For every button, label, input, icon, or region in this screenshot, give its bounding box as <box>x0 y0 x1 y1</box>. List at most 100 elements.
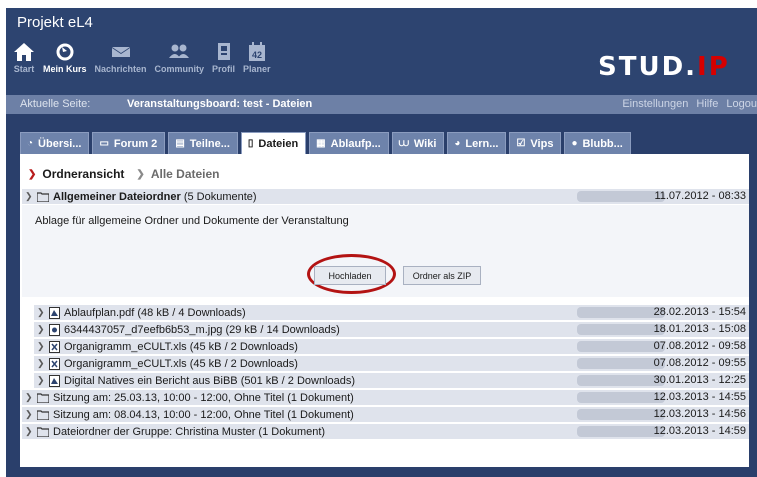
chevron-right-icon[interactable]: ❯ <box>37 375 47 386</box>
tab-label: Ablaufp... <box>330 137 381 150</box>
nav-item-my-course[interactable]: Mein Kurs <box>40 42 90 92</box>
nav-item-profile[interactable]: Profil <box>209 42 238 92</box>
tab-wiki[interactable]: ⩊ Wiki <box>391 132 445 154</box>
file-row[interactable]: ❯ Organigramm_eCULT.xls (45 kB / 2 Downl… <box>34 356 749 372</box>
excel-file-icon <box>49 340 60 353</box>
chevron-down-icon[interactable]: ❯ <box>25 191 35 202</box>
file-row[interactable]: ❯ 6344437057_d7eefb6b53_m.jpg (29 kB / 1… <box>34 322 749 338</box>
tab-participants[interactable]: ▤ Teilne... <box>168 132 238 154</box>
participants-icon: ▤ <box>175 138 185 149</box>
tab-files[interactable]: ▯ Dateien <box>240 132 307 154</box>
file-name[interactable]: Ablaufplan.pdf (48 kB / 4 Downloads) <box>64 307 246 319</box>
chevron-right-icon[interactable]: ❯ <box>25 426 35 437</box>
tab-label: Forum 2 <box>113 137 158 150</box>
nav-item-start[interactable]: Start <box>10 42 38 92</box>
tab-label: Übersi... <box>38 137 82 150</box>
tab-label: Wiki <box>413 137 437 150</box>
blubber-icon: ● <box>571 138 578 149</box>
files-subnav: ❯ Ordneransicht ❯ Alle Dateien <box>28 167 220 181</box>
tab-forum[interactable]: ▭ Forum 2 <box>92 132 166 154</box>
subfolder-name[interactable]: Sitzung am: 08.04.13, 10:00 - 12:00, Ohn… <box>53 409 354 421</box>
subfolder-row[interactable]: ❯ Sitzung am: 08.04.13, 10:00 - 12:00, O… <box>22 407 749 423</box>
subnav-all-files[interactable]: ❯ Alle Dateien <box>136 167 219 181</box>
my-course-icon <box>56 43 74 61</box>
folder-body: Ablage für allgemeine Ordner und Dokumen… <box>22 205 749 297</box>
learning-icon: ◕ <box>454 138 461 149</box>
subfolder-date: 12.03.2013 - 14:56 <box>653 408 746 420</box>
nav-label-messages: Nachrichten <box>94 64 147 74</box>
studip-logo: STUD.IP <box>598 52 730 82</box>
file-date: 07.08.2012 - 09:58 <box>653 340 746 352</box>
author-name-blurred <box>577 358 665 369</box>
excel-file-icon <box>49 357 60 370</box>
nav-item-messages[interactable]: Nachrichten <box>92 42 150 92</box>
pdf-file-icon <box>49 374 60 387</box>
folder-icon <box>37 426 49 437</box>
author-name-blurred <box>577 375 665 386</box>
nav-label-planer: Planer <box>243 64 271 74</box>
tab-learning[interactable]: ◕ Lern... <box>447 132 507 154</box>
folder-icon <box>37 392 49 403</box>
tab-vips[interactable]: ☑ Vips <box>509 132 562 154</box>
tab-label: Blubb... <box>582 137 623 150</box>
chevron-right-icon[interactable]: ❯ <box>37 324 47 335</box>
chevron-right-icon[interactable]: ❯ <box>25 409 35 420</box>
folder-name: Allgemeiner Dateiordner <box>53 190 181 203</box>
subfolder-date: 12.03.2013 - 14:55 <box>653 391 746 403</box>
header: Projekt eL4 Start Mein Kurs Nachrichten … <box>6 8 757 95</box>
settings-link[interactable]: Einstellungen <box>622 98 688 110</box>
tab-blubber[interactable]: ● Blubb... <box>564 132 631 154</box>
subnav-folder-view[interactable]: ❯ Ordneransicht <box>28 167 124 181</box>
file-row[interactable]: ❯ Digital Natives ein Bericht aus BiBB (… <box>34 373 749 389</box>
author-name-blurred <box>577 409 665 420</box>
file-row[interactable]: ❯ Organigramm_eCULT.xls (45 kB / 2 Downl… <box>34 339 749 355</box>
tab-label: Lern... <box>465 137 499 150</box>
help-link[interactable]: Hilfe <box>696 98 718 110</box>
chevron-right-icon[interactable]: ❯ <box>37 307 47 318</box>
file-row[interactable]: ❯ Ablaufplan.pdf (48 kB / 4 Downloads) 2… <box>34 305 749 321</box>
logo-accent: IP <box>697 52 730 82</box>
mail-icon <box>111 47 130 57</box>
files-content: ❯ Ordneransicht ❯ Alle Dateien ❯ Allgemein… <box>20 154 749 467</box>
file-name[interactable]: 6344437057_d7eefb6b53_m.jpg (29 kB / 14 … <box>64 324 340 336</box>
file-name[interactable]: Digital Natives ein Bericht aus BiBB (50… <box>64 375 355 387</box>
subfolder-row[interactable]: ❯ Sitzung am: 25.03.13, 10:00 - 12:00, O… <box>22 390 749 406</box>
course-tabs: ◔ Übersi... ▭ Forum 2 ▤ Teilne... ▯ Dateien … <box>20 132 634 154</box>
upload-button[interactable]: Hochladen <box>314 266 386 285</box>
author-name-blurred <box>577 392 665 403</box>
calendar-icon: 42 <box>248 42 265 61</box>
image-file-icon <box>49 323 60 336</box>
wiki-icon: ⩊ <box>398 138 409 149</box>
nav-item-community[interactable]: Community <box>152 42 208 92</box>
file-date: 30.01.2013 - 12:25 <box>653 374 746 386</box>
nav-label-community: Community <box>154 64 205 74</box>
file-name[interactable]: Organigramm_eCULT.xls (45 kB / 2 Downloa… <box>64 358 298 370</box>
subfolder-name[interactable]: Dateiordner der Gruppe: Christina Muster… <box>53 426 325 438</box>
download-zip-button[interactable]: Ordner als ZIP <box>403 266 481 285</box>
calendar-badge: 42 <box>252 50 262 60</box>
chevron-right-icon[interactable]: ❯ <box>25 392 35 403</box>
header-links: Einstellungen Hilfe Logou <box>622 98 757 110</box>
folder-header-row[interactable]: ❯ Allgemeiner Dateiordner (5 Dokumente) … <box>22 189 749 205</box>
logo-main: STUD. <box>598 52 698 82</box>
files-icon: ▯ <box>247 138 254 149</box>
subfolder-row[interactable]: ❯ Dateiordner der Gruppe: Christina Must… <box>22 424 749 440</box>
forum-icon: ▭ <box>99 138 109 149</box>
community-icon <box>169 44 190 58</box>
nav-label-my-course: Mein Kurs <box>43 64 87 74</box>
chevron-right-icon[interactable]: ❯ <box>37 341 47 352</box>
tab-overview[interactable]: ◔ Übersi... <box>20 132 90 154</box>
vips-icon: ☑ <box>516 138 526 149</box>
breadcrumb-bar: Aktuelle Seite: Veranstaltungsboard: tes… <box>6 95 757 114</box>
file-name[interactable]: Organigramm_eCULT.xls (45 kB / 2 Downloa… <box>64 341 298 353</box>
tab-label: Dateien <box>258 137 299 150</box>
tab-schedule[interactable]: ▦ Ablaufp... <box>309 132 389 154</box>
author-name-blurred <box>577 307 665 318</box>
chevron-right-icon[interactable]: ❯ <box>37 358 47 369</box>
nav-item-planer[interactable]: 42 Planer <box>240 42 274 92</box>
logout-link[interactable]: Logou <box>726 98 757 110</box>
schedule-icon: ▦ <box>316 138 326 149</box>
subfolder-name[interactable]: Sitzung am: 25.03.13, 10:00 - 12:00, Ohn… <box>53 392 354 404</box>
app-window: Projekt eL4 Start Mein Kurs Nachrichten … <box>6 8 757 477</box>
main-nav: Start Mein Kurs Nachrichten Community Pr… <box>10 42 276 92</box>
